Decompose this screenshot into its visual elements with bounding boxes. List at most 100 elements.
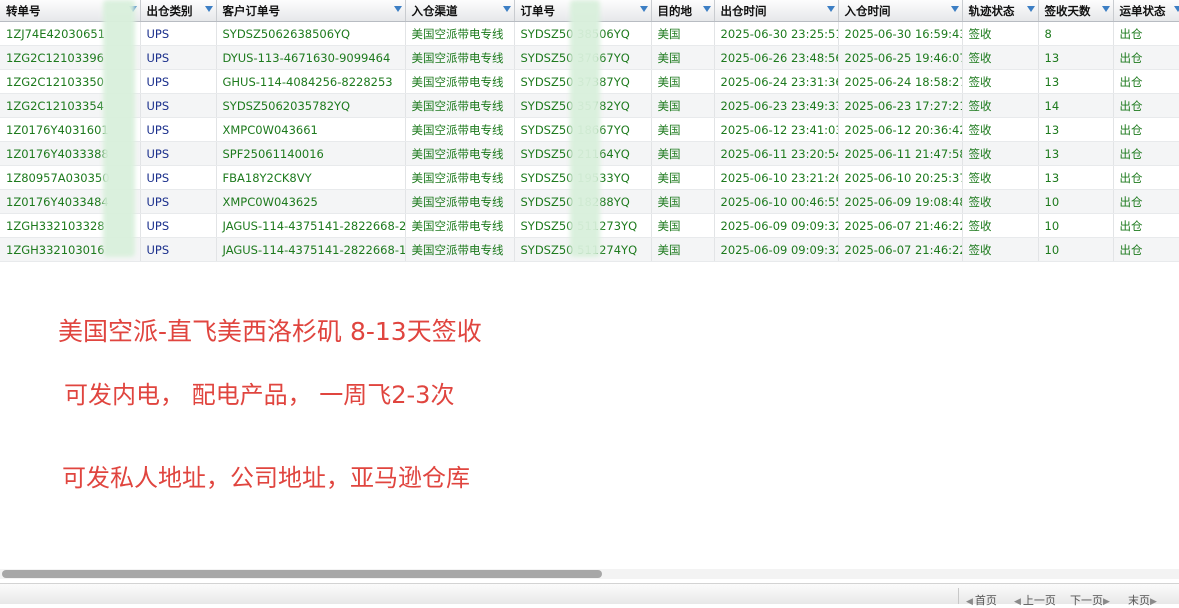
table-cell: UPS <box>140 190 216 214</box>
table-cell: 签收 <box>962 46 1038 70</box>
table-cell: 美国空派带电专线 <box>405 166 514 190</box>
table-cell: 2025-06-23 23:49:33 <box>714 94 838 118</box>
table-cell: 13 <box>1038 142 1113 166</box>
filter-dropdown-icon[interactable] <box>503 6 511 12</box>
table-cell: 美国空派带电专线 <box>405 94 514 118</box>
redaction-blur <box>570 0 600 257</box>
column-header[interactable]: 目的地 <box>651 0 714 22</box>
next-page-icon: ▶ <box>1103 597 1110 607</box>
scrollbar-thumb[interactable] <box>2 570 602 578</box>
first-page-label: 首页 <box>975 594 997 607</box>
next-page-button[interactable]: 下一页▶ <box>1070 592 1112 608</box>
column-header[interactable]: 出仓时间 <box>714 0 838 22</box>
filter-dropdown-icon[interactable] <box>703 6 711 12</box>
last-page-button[interactable]: 末页▶ <box>1128 592 1159 608</box>
table-cell: 2025-06-07 21:46:22 <box>838 238 962 262</box>
last-page-icon: ▶ <box>1150 597 1157 607</box>
table-cell: JAGUS-114-4375141-2822668-2 <box>216 214 405 238</box>
prev-page-label: 上一页 <box>1023 594 1056 607</box>
table-cell: 签收 <box>962 142 1038 166</box>
filter-dropdown-icon[interactable] <box>205 6 213 12</box>
table-cell: 2025-06-23 17:27:21 <box>838 94 962 118</box>
table-cell: 出仓 <box>1113 238 1179 262</box>
first-page-button[interactable]: ◀首页 <box>966 592 997 608</box>
filter-dropdown-icon[interactable] <box>394 6 402 12</box>
horizontal-scrollbar[interactable] <box>0 569 1179 579</box>
table-cell: 2025-06-11 21:47:58 <box>838 142 962 166</box>
promo-line-1: 美国空派-直飞美西洛杉矶 8-13天签收 <box>58 312 482 348</box>
table-cell: JAGUS-114-4375141-2822668-1 <box>216 238 405 262</box>
next-page-label: 下一页 <box>1070 594 1103 607</box>
table-cell: 签收 <box>962 190 1038 214</box>
column-header[interactable]: 入仓渠道 <box>405 0 514 22</box>
table-cell: 美国空派带电专线 <box>405 142 514 166</box>
table-cell: 2025-06-10 00:46:55 <box>714 190 838 214</box>
table-cell: UPS <box>140 70 216 94</box>
column-header-label: 客户订单号 <box>223 3 281 19</box>
table-cell: 2025-06-07 21:46:22 <box>838 214 962 238</box>
table-cell: 10 <box>1038 190 1113 214</box>
table-cell: UPS <box>140 238 216 262</box>
table-cell: XMPC0W043661 <box>216 118 405 142</box>
table-cell: UPS <box>140 118 216 142</box>
last-page-label: 末页 <box>1128 594 1150 607</box>
column-header-label: 出仓时间 <box>721 3 767 19</box>
table-cell: 美国 <box>651 142 714 166</box>
column-header[interactable]: 入仓时间 <box>838 0 962 22</box>
table-cell: 美国 <box>651 22 714 46</box>
table-cell: 14 <box>1038 94 1113 118</box>
promo-line-3: 可发私人地址，公司地址，亚马逊仓库 <box>62 458 470 493</box>
filter-dropdown-icon[interactable] <box>1102 6 1110 12</box>
column-header-label: 入仓渠道 <box>412 3 458 19</box>
table-cell: 2025-06-10 23:21:26 <box>714 166 838 190</box>
prev-page-button[interactable]: ◀上一页 <box>1014 592 1056 608</box>
table-cell: UPS <box>140 214 216 238</box>
column-header-label: 入仓时间 <box>845 3 891 19</box>
table-cell: 美国空派带电专线 <box>405 214 514 238</box>
table-cell: 签收 <box>962 214 1038 238</box>
filter-dropdown-icon[interactable] <box>951 6 959 12</box>
column-header[interactable]: 轨迹状态 <box>962 0 1038 22</box>
table-cell: 出仓 <box>1113 214 1179 238</box>
table-cell: 2025-06-26 23:48:56 <box>714 46 838 70</box>
table-cell: 美国空派带电专线 <box>405 190 514 214</box>
table-cell: SPF25061140016 <box>216 142 405 166</box>
table-cell: 2025-06-12 23:41:03 <box>714 118 838 142</box>
redaction-blur <box>103 0 135 257</box>
table-cell: 出仓 <box>1113 94 1179 118</box>
table-cell: DYUS-113-4671630-9099464 <box>216 46 405 70</box>
table-cell: 出仓 <box>1113 118 1179 142</box>
table-cell: 2025-06-09 09:09:32 <box>714 214 838 238</box>
column-header[interactable]: 签收天数 <box>1038 0 1113 22</box>
filter-dropdown-icon[interactable] <box>640 6 648 12</box>
table-cell: GHUS-114-4084256-8228253 <box>216 70 405 94</box>
table-cell: XMPC0W043625 <box>216 190 405 214</box>
table-cell: 签收 <box>962 118 1038 142</box>
table-cell: FBA18Y2CK8VY <box>216 166 405 190</box>
column-header[interactable]: 出仓类别 <box>140 0 216 22</box>
table-cell: 2025-06-09 09:09:32 <box>714 238 838 262</box>
table-cell: 出仓 <box>1113 22 1179 46</box>
table-cell: 10 <box>1038 238 1113 262</box>
table-cell: 8 <box>1038 22 1113 46</box>
table-cell: UPS <box>140 94 216 118</box>
filter-dropdown-icon[interactable] <box>1027 6 1035 12</box>
table-cell: 2025-06-30 16:59:43 <box>838 22 962 46</box>
table-cell: 2025-06-24 23:31:36 <box>714 70 838 94</box>
table-cell: 13 <box>1038 46 1113 70</box>
table-cell: 2025-06-09 19:08:48 <box>838 190 962 214</box>
filter-dropdown-icon[interactable] <box>1174 6 1179 12</box>
table-cell: 签收 <box>962 94 1038 118</box>
table-cell: 10 <box>1038 214 1113 238</box>
column-header[interactable]: 客户订单号 <box>216 0 405 22</box>
table-cell: 13 <box>1038 70 1113 94</box>
table-cell: 美国 <box>651 70 714 94</box>
column-header[interactable]: 运单状态 <box>1113 0 1179 22</box>
table-cell: 签收 <box>962 70 1038 94</box>
table-cell: 美国空派带电专线 <box>405 46 514 70</box>
table-cell: 美国 <box>651 118 714 142</box>
table-cell: 美国空派带电专线 <box>405 238 514 262</box>
filter-dropdown-icon[interactable] <box>827 6 835 12</box>
table-cell: 签收 <box>962 22 1038 46</box>
column-header-label: 运单状态 <box>1120 3 1166 19</box>
